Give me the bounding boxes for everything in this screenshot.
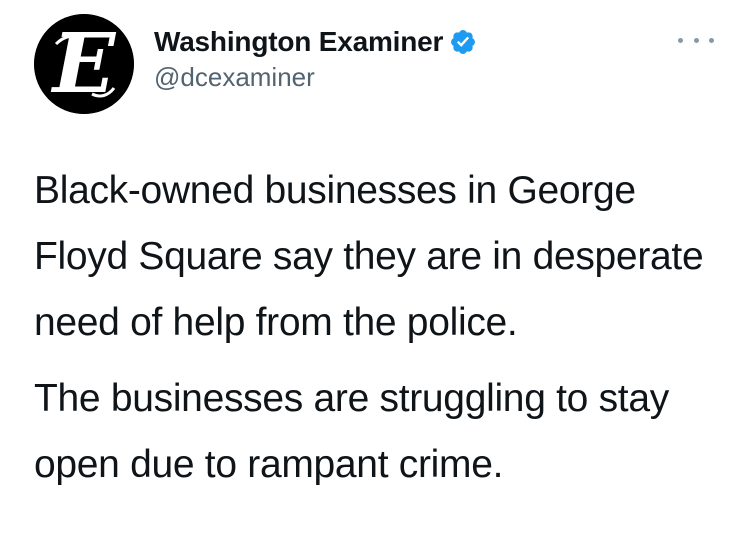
verified-badge-icon bbox=[449, 28, 477, 56]
avatar[interactable]: E bbox=[34, 14, 134, 114]
name-row: Washington Examiner bbox=[154, 24, 477, 60]
more-dot bbox=[678, 37, 683, 43]
user-handle[interactable]: @dcexaminer bbox=[154, 62, 477, 93]
tweet-header: E Washington Examiner @dcexaminer bbox=[34, 14, 714, 114]
svg-text:E: E bbox=[51, 16, 117, 112]
more-dot bbox=[693, 37, 699, 43]
author-identity: Washington Examiner @dcexaminer bbox=[154, 24, 477, 93]
tweet-card: E Washington Examiner @dcexaminer Black-… bbox=[0, 0, 730, 550]
tweet-text: Black-owned businesses in George Floyd S… bbox=[34, 158, 714, 498]
tweet-paragraph: Black-owned businesses in George Floyd S… bbox=[34, 169, 704, 344]
washington-examiner-logo-icon: E bbox=[34, 14, 134, 114]
tweet-paragraph: The businesses are struggling to stay op… bbox=[34, 377, 669, 486]
display-name[interactable]: Washington Examiner bbox=[154, 26, 443, 58]
more-dot bbox=[709, 37, 714, 43]
more-horizontal-icon[interactable] bbox=[678, 30, 714, 50]
